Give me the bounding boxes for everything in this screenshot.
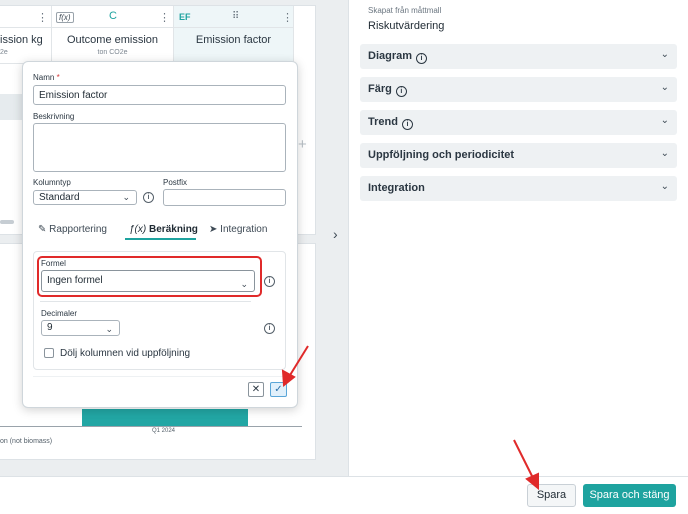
annotation-arrows: [281, 345, 539, 491]
